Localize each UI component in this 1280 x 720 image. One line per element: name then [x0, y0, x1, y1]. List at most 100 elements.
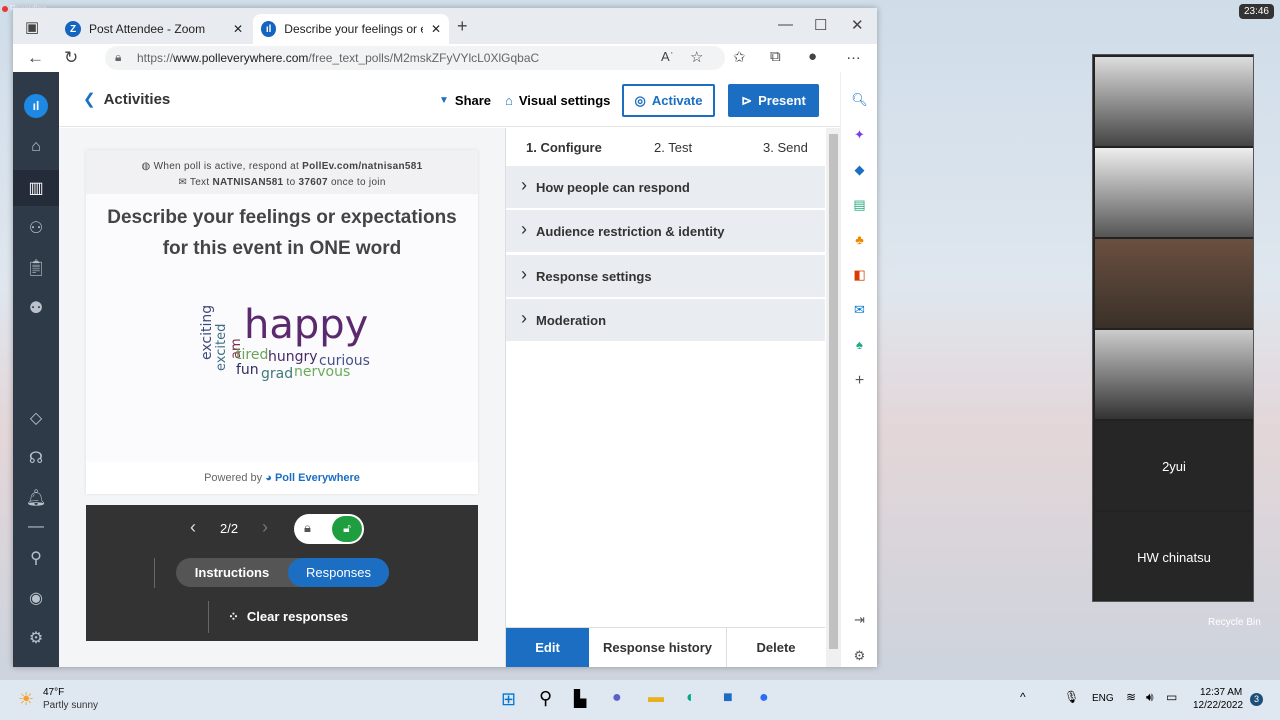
video-tile[interactable]: [1095, 239, 1253, 328]
url-path: /free_text_polls/M2mskZFyVYlcL0XlGqbaC: [308, 51, 540, 65]
add-user-icon[interactable]: ⚲: [13, 548, 59, 568]
tools-icon[interactable]: ▤: [841, 197, 878, 213]
reports-icon[interactable]: 📋︎: [13, 258, 59, 278]
notifications-icon[interactable]: 🔔︎: [13, 488, 59, 508]
shopping-icon[interactable]: ◆: [841, 162, 878, 178]
tab-actions-icon[interactable]: ▣: [25, 18, 39, 36]
section-response-settings[interactable]: Response settings: [506, 255, 825, 298]
new-tab-icon[interactable]: +: [457, 16, 468, 37]
view-toggle: Instructions Responses: [176, 558, 389, 587]
store-icon[interactable]: ■: [723, 689, 733, 707]
teams-icon[interactable]: ●: [612, 689, 622, 707]
start-icon[interactable]: ⊞: [501, 689, 516, 710]
upgrade-icon[interactable]: ◇: [13, 408, 59, 428]
lock-toggle[interactable]: 🔒︎ 🔓︎: [294, 514, 364, 544]
edge-icon[interactable]: ◐: [686, 689, 696, 707]
next-icon[interactable]: ›: [262, 517, 268, 538]
close-icon[interactable]: ✕: [233, 22, 243, 36]
video-tile[interactable]: [1095, 148, 1253, 237]
scrollbar-thumb[interactable]: [829, 134, 838, 649]
microphone-icon[interactable]: 🎙︎: [1064, 690, 1079, 704]
zoom-icon[interactable]: ●: [759, 689, 769, 707]
back-to-activities[interactable]: ❮ Activities: [83, 90, 170, 108]
settings-icon[interactable]: ⚙: [13, 628, 59, 648]
edit-button[interactable]: Edit: [506, 628, 589, 667]
step-test[interactable]: 2. Test: [654, 128, 692, 166]
close-window-icon[interactable]: ✕: [851, 16, 864, 34]
participants-icon[interactable]: ⚇: [13, 218, 59, 238]
lock-icon[interactable]: 🔒︎: [115, 50, 121, 65]
section-moderation[interactable]: Moderation: [506, 299, 825, 342]
tab-poll[interactable]: ıl Describe your feelings or expecta ✕: [253, 14, 449, 44]
polleverywhere-logo[interactable]: ıl: [24, 94, 48, 118]
task-view-icon[interactable]: ▙: [574, 689, 586, 709]
previous-icon[interactable]: ‹: [190, 517, 196, 538]
delete-button[interactable]: Delete: [727, 628, 825, 667]
file-explorer-icon[interactable]: ▬: [648, 689, 664, 707]
video-tile[interactable]: [1095, 57, 1253, 146]
support-icon[interactable]: ☊: [13, 448, 59, 468]
language[interactable]: ENG: [1092, 693, 1114, 704]
time[interactable]: 12:37 AM: [1200, 687, 1242, 698]
section-audience-restriction[interactable]: Audience restriction & identity: [506, 210, 825, 253]
wifi-icon[interactable]: ≋: [1126, 690, 1136, 704]
tab-zoom[interactable]: Z Post Attendee - Zoom ✕: [57, 14, 251, 44]
notification-badge[interactable]: 3: [1250, 693, 1263, 706]
date[interactable]: 12/22/2022: [1193, 700, 1243, 711]
section-how-people-respond[interactable]: How people can respond: [506, 166, 825, 209]
copilot-icon[interactable]: ✦: [841, 127, 878, 143]
battery-icon[interactable]: ▭: [1166, 690, 1177, 704]
polleverywhere-logo-icon: ◕: [265, 472, 272, 484]
close-icon[interactable]: ✕: [431, 22, 441, 36]
recycle-bin[interactable]: Recycle Bin: [1208, 617, 1261, 628]
search-icon[interactable]: ⚲: [539, 688, 552, 709]
minimize-icon[interactable]: —: [778, 16, 793, 33]
activate-button[interactable]: ◎ Activate: [622, 84, 715, 117]
activities-icon[interactable]: ▥: [13, 170, 59, 206]
maximize-icon[interactable]: ☐: [814, 16, 827, 34]
clear-responses-button[interactable]: ⁘ Clear responses: [228, 609, 348, 625]
profile-icon[interactable]: ●: [808, 48, 817, 65]
weather-text: Partly sunny: [43, 700, 99, 711]
share-button[interactable]: ▼ Share: [439, 84, 491, 117]
visual-settings-button[interactable]: ⌂ Visual settings: [505, 84, 610, 117]
search-icon[interactable]: 🔍︎: [841, 92, 878, 108]
tab-bar: ▣ Z Post Attendee - Zoom ✕ ıl Describe your…: [13, 8, 877, 44]
favorites-icon[interactable]: ✩: [733, 48, 746, 66]
participant-tile[interactable]: 2yui: [1095, 421, 1253, 510]
scrollbar[interactable]: [826, 128, 841, 667]
office-icon[interactable]: ◧: [841, 267, 878, 283]
split-screen-icon[interactable]: ⇥: [841, 612, 878, 628]
favorite-icon[interactable]: ☆: [690, 48, 703, 66]
back-label: Activities: [103, 91, 171, 108]
url-input[interactable]: https://www.polleverywhere.com/free_text…: [105, 46, 725, 70]
read-aloud-icon[interactable]: A͘: [661, 49, 670, 64]
chevron-up-icon[interactable]: ^: [1020, 690, 1026, 704]
weather-icon[interactable]: ☀: [18, 689, 34, 710]
add-icon[interactable]: +: [841, 372, 878, 390]
step-send[interactable]: 3. Send: [763, 128, 808, 166]
home-icon[interactable]: ⌂: [13, 138, 59, 156]
settings-icon[interactable]: ⚙: [841, 648, 878, 664]
refresh-icon[interactable]: ↻: [64, 48, 78, 68]
participant-tile[interactable]: HW chinatsu: [1095, 512, 1253, 601]
account-icon[interactable]: ◉: [13, 588, 59, 608]
instructions-tab[interactable]: Instructions: [176, 558, 288, 587]
outlook-icon[interactable]: ✉: [841, 302, 878, 318]
word-cloud-word: nervous: [294, 364, 351, 380]
step-configure[interactable]: 1. Configure: [526, 128, 602, 166]
back-icon[interactable]: ←: [27, 48, 44, 68]
more-icon[interactable]: …: [846, 46, 861, 63]
volume-icon[interactable]: 🔊︎: [1146, 690, 1154, 705]
video-tile[interactable]: [1095, 330, 1253, 419]
responses-tab[interactable]: Responses: [288, 558, 389, 587]
collections-icon[interactable]: ⧉: [770, 48, 781, 65]
unlock-icon: 🔓︎: [332, 516, 362, 542]
games-icon[interactable]: ♣: [841, 232, 878, 247]
tree-icon[interactable]: ♠: [841, 337, 878, 352]
present-label: Present: [758, 93, 806, 108]
response-history-button[interactable]: Response history: [589, 628, 727, 667]
present-button[interactable]: ⊳ Present: [728, 84, 819, 117]
groups-icon[interactable]: ⚉: [13, 298, 59, 318]
brush-icon: ⌂: [505, 93, 513, 108]
